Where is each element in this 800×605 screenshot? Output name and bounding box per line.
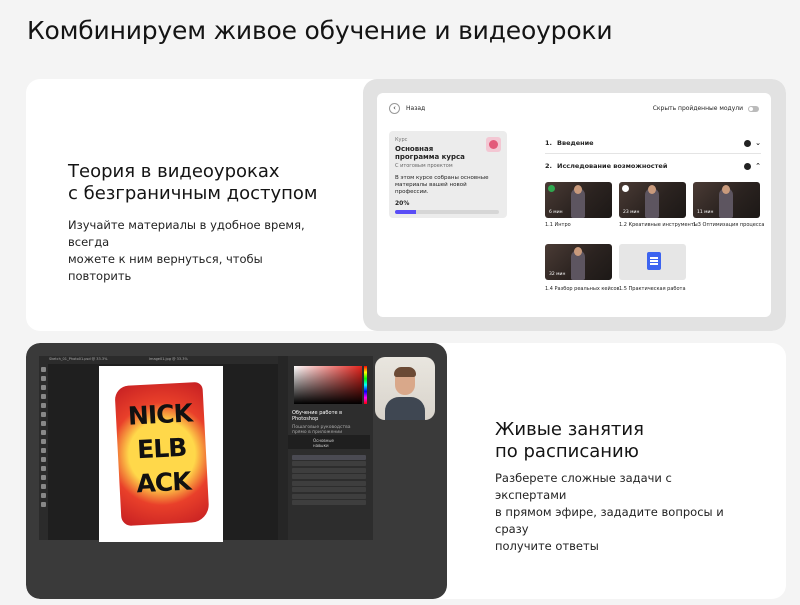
progress-bar-fill (395, 210, 416, 214)
progress-text: 20% (395, 200, 410, 207)
course-card[interactable]: Курс Основная программа курса С итоговым… (389, 131, 507, 218)
photoshop-canvas: NICK ELB ACK (99, 366, 223, 542)
lettering-artwork: NICK ELB ACK (114, 381, 210, 527)
learn-item: Основные навыки (288, 435, 370, 449)
video-lessons-card: Теория в видеоуроках с безграничным дост… (26, 79, 786, 331)
practice-thumbnail[interactable] (619, 244, 686, 280)
layers-panel (288, 453, 370, 533)
hide-completed-toggle[interactable]: Скрыть пройденные модули (653, 105, 759, 112)
live-classes-card: Sketch_01_Photo01.psd @ 33.3% Image01.jp… (26, 343, 786, 599)
chevron-up-icon: ⌃ (755, 162, 761, 170)
course-description: В этом курсе собраны основные материалы … (395, 175, 489, 195)
lesson-thumbnail[interactable]: 23 мин (619, 182, 686, 218)
lesson-caption: 1.5 Практическая работа (619, 286, 686, 292)
lesson-thumbnail[interactable]: 32 мин (545, 244, 612, 280)
live-classes-description: Разберете сложные задачи с экспертами в … (495, 471, 724, 553)
section-intro[interactable]: 1. Введение ⌄ (545, 139, 761, 147)
color-picker (294, 366, 362, 404)
divider (545, 153, 761, 154)
course-name: Основная программа курса (395, 145, 465, 161)
course-icon (486, 137, 501, 152)
lesson-thumbnail[interactable]: 6 мин (545, 182, 612, 218)
page-title: Комбинируем живое обучение и видеоуроки (27, 16, 613, 45)
toggle-switch[interactable] (748, 105, 759, 112)
section-explore[interactable]: 2. Исследование возможностей ⌃ (545, 162, 761, 170)
check-icon (744, 162, 751, 170)
lesson-caption: 1.4 Разбор реальных кейсов (545, 286, 620, 292)
lesson-caption: 1.1 Интро (545, 222, 571, 228)
photoshop-screen: Sketch_01_Photo01.psd @ 33.3% Image01.jp… (26, 343, 447, 599)
photoshop-toolbar (39, 364, 48, 540)
check-icon (548, 185, 555, 192)
photoshop-tabs: Sketch_01_Photo01.psd @ 33.3% Image01.jp… (39, 356, 289, 364)
chevron-left-icon: ‹ (389, 103, 400, 114)
chevron-down-icon: ⌄ (755, 139, 761, 147)
course-tag: С итоговым проектом (395, 163, 453, 169)
document-icon (647, 252, 661, 270)
check-icon (622, 185, 629, 192)
live-classes-title: Живые занятия по расписанию (495, 419, 644, 462)
back-button[interactable]: ‹ Назад (389, 103, 425, 114)
video-lessons-description: Изучайте материалы в удобное время, всег… (68, 218, 305, 283)
hue-slider (364, 366, 367, 404)
progress-bar (395, 210, 499, 214)
instructor-webcam (375, 357, 435, 420)
check-icon (744, 139, 751, 147)
lesson-caption: 1.3 Оптимизация процесса (693, 222, 765, 228)
lesson-caption: 1.2 Креативные инструменты (619, 222, 698, 228)
mockup-screen: ‹ Назад Скрыть пройденные модули Курс Ос… (377, 93, 771, 317)
video-lessons-title: Теория в видеоуроках с безграничным дост… (68, 161, 318, 204)
course-platform-mockup: ‹ Назад Скрыть пройденные модули Курс Ос… (363, 79, 786, 331)
lesson-thumbnail[interactable]: 11 мин (693, 182, 760, 218)
